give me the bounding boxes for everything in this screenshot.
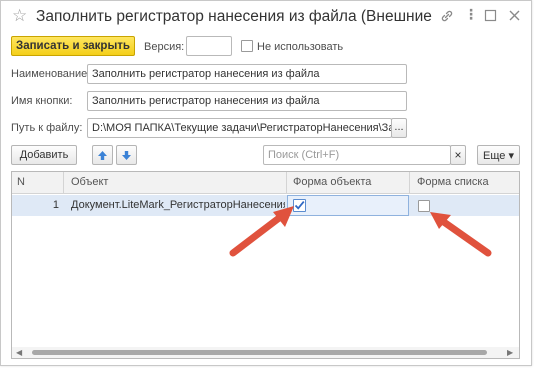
button-name-input[interactable]: Заполнить регистратор нанесения из файла xyxy=(87,91,407,111)
add-button[interactable]: Добавить xyxy=(11,145,77,165)
link-icon[interactable] xyxy=(440,9,454,25)
window-title: Заполнить регистратор нанесения из файла… xyxy=(36,8,436,25)
move-down-button[interactable] xyxy=(116,145,137,165)
row-number: 1 xyxy=(52,199,59,211)
version-input[interactable] xyxy=(186,36,232,56)
close-icon[interactable] xyxy=(508,9,521,24)
arrow-down-icon xyxy=(122,150,131,160)
star-icon[interactable]: ☆ xyxy=(12,7,27,25)
more-icon[interactable]: ⋮ xyxy=(464,7,478,21)
maximize-icon[interactable] xyxy=(484,9,497,24)
not-use-checkbox[interactable] xyxy=(241,40,253,52)
more-button[interactable]: Еще ▾ xyxy=(477,145,520,165)
object-form-checkbox[interactable] xyxy=(293,199,306,212)
name-input[interactable]: Заполнить регистратор нанесения из файла xyxy=(87,64,407,84)
save-and-close-button[interactable]: Записать и закрыть xyxy=(11,36,135,56)
table-row[interactable]: 1 Документ.LiteMark_РегистраторНанесения xyxy=(12,195,519,216)
search-clear-button[interactable]: × xyxy=(450,145,466,165)
list-form-checkbox[interactable] xyxy=(418,200,430,212)
checkmark-icon xyxy=(294,201,305,210)
column-header-object[interactable]: Объект xyxy=(64,172,287,193)
button-name-label: Имя кнопки: xyxy=(11,95,73,107)
search-input[interactable]: Поиск (Ctrl+F) xyxy=(263,145,451,165)
column-header-n[interactable]: N xyxy=(12,172,64,193)
version-label: Версия: xyxy=(144,41,185,53)
scroll-right-icon[interactable]: ▶ xyxy=(507,348,513,357)
scroll-left-icon[interactable]: ◀ xyxy=(16,348,22,357)
name-label: Наименование: xyxy=(11,68,91,80)
file-path-input[interactable]: D:\МОЯ ПАПКА\Текущие задачи\РегистраторН… xyxy=(87,118,392,138)
file-path-label: Путь к файлу: xyxy=(11,122,83,134)
column-header-object-form[interactable]: Форма объекта xyxy=(287,172,410,193)
row-object: Документ.LiteMark_РегистраторНанесения xyxy=(71,199,285,211)
table-header: N Объект Форма объекта Форма списка xyxy=(12,172,519,194)
objects-table: N Объект Форма объекта Форма списка 1 До… xyxy=(11,171,520,359)
file-path-select-button[interactable]: ... xyxy=(391,118,407,138)
arrow-up-icon xyxy=(98,150,107,160)
dialog-window: ☆ Заполнить регистратор нанесения из фай… xyxy=(0,0,532,366)
title-bar: ☆ Заполнить регистратор нанесения из фай… xyxy=(1,1,533,33)
move-up-button[interactable] xyxy=(92,145,113,165)
column-header-list-form[interactable]: Форма списка xyxy=(410,172,519,193)
horizontal-scrollbar[interactable]: ◀ ▶ xyxy=(12,347,519,358)
not-use-label: Не использовать xyxy=(257,41,344,53)
scrollbar-thumb[interactable] xyxy=(32,350,487,355)
